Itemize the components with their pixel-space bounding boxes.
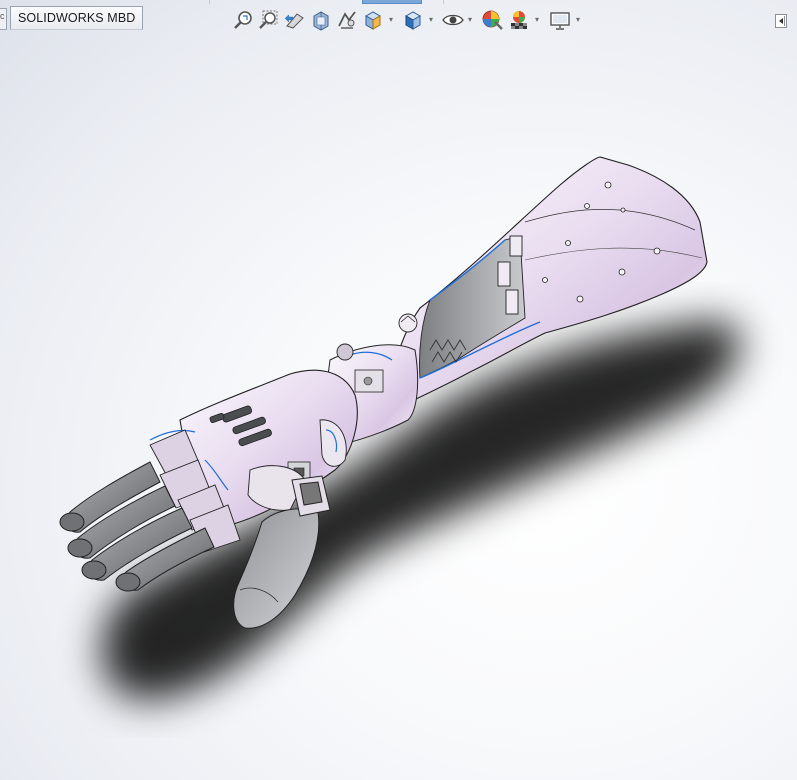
tab-stub-label: c [0,11,5,21]
command-manager-tabs: c SOLIDWORKS MBD [0,0,200,30]
zoom-to-area-icon[interactable] [257,8,281,32]
dynamic-annotation-views-icon[interactable] [335,8,359,32]
tab-solidworks-mbd[interactable]: SOLIDWORKS MBD [10,6,144,30]
previous-view-icon[interactable] [283,8,307,32]
display-style-icon[interactable] [401,8,425,32]
collapse-panel-icon[interactable] [775,14,787,28]
prosthetic-arm-model[interactable] [0,0,797,780]
tab-divider [443,0,444,4]
view-settings-icon[interactable] [548,8,572,32]
section-view-icon[interactable] [309,8,333,32]
apply-scene-icon[interactable] [507,8,531,32]
edit-appearance-icon[interactable] [480,8,504,32]
graphics-area[interactable]: c SOLIDWORKS MBD ▾ ▾ ▾ ▾ ▾ [0,0,797,780]
command-tab-selected-indicator [362,0,422,4]
tab-previous[interactable]: c [0,8,7,30]
tab-divider [209,0,210,4]
zoom-to-fit-icon[interactable] [232,8,256,32]
chevron-down-icon[interactable]: ▾ [468,16,476,24]
view-orientation-icon[interactable] [361,8,385,32]
chevron-down-icon[interactable]: ▾ [576,16,584,24]
chevron-down-icon[interactable]: ▾ [389,16,397,24]
hide-show-items-icon[interactable] [441,8,465,32]
chevron-down-icon[interactable]: ▾ [535,16,543,24]
chevron-down-icon[interactable]: ▾ [429,16,437,24]
